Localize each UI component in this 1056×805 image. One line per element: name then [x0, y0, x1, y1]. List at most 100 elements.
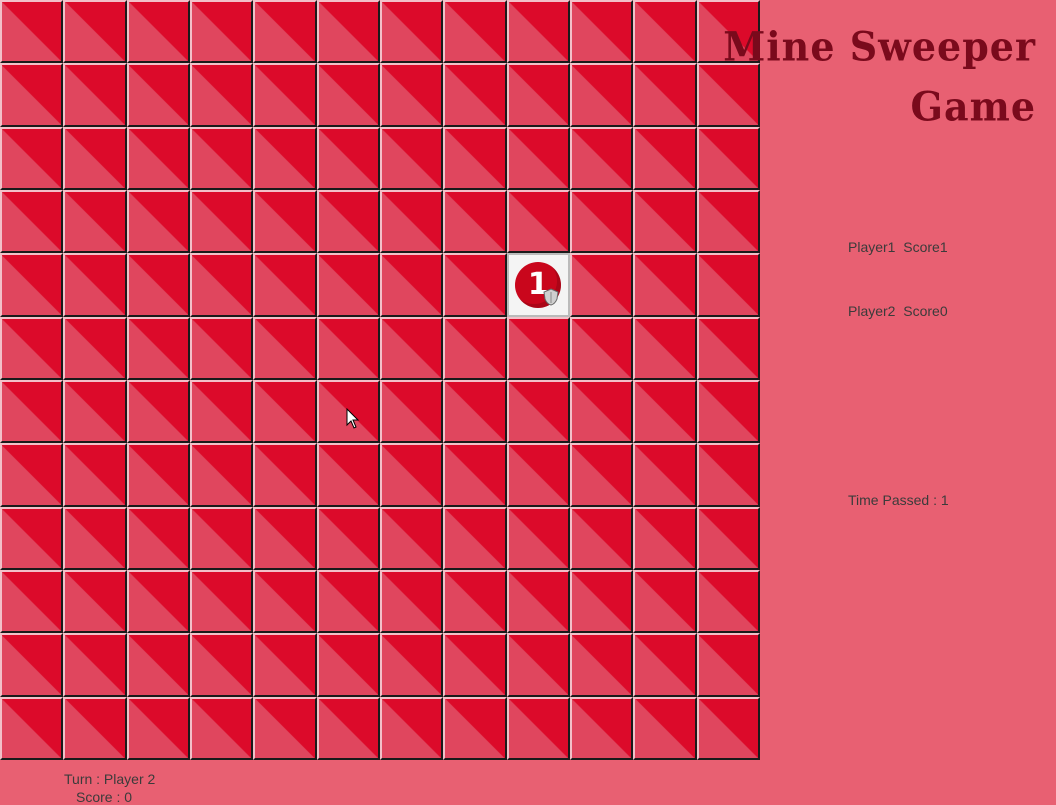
board-cell[interactable]	[126, 253, 190, 317]
board-cell[interactable]	[0, 253, 64, 317]
board-cell[interactable]	[569, 189, 634, 254]
board-cell[interactable]	[379, 189, 444, 254]
board-cell[interactable]	[633, 126, 697, 190]
board-cell[interactable]	[316, 569, 380, 634]
board-cell[interactable]	[126, 569, 190, 634]
board-cell[interactable]	[0, 189, 64, 254]
board-cell[interactable]	[379, 569, 444, 634]
board-cell[interactable]	[253, 633, 317, 697]
board-cell[interactable]	[506, 63, 570, 127]
board-cell[interactable]	[696, 253, 760, 317]
board-cell[interactable]	[189, 379, 254, 444]
board-cell[interactable]	[506, 0, 570, 64]
board-cell[interactable]	[633, 696, 697, 760]
board-cell[interactable]	[569, 316, 634, 380]
board-cell[interactable]	[443, 569, 507, 634]
board-cell[interactable]	[63, 63, 127, 127]
board-cell[interactable]	[569, 0, 634, 64]
board-cell[interactable]	[443, 189, 507, 254]
board-cell[interactable]	[316, 126, 380, 190]
board-cell[interactable]	[126, 506, 190, 570]
board-cell[interactable]	[126, 443, 190, 507]
board-cell[interactable]	[189, 443, 254, 507]
board-cell[interactable]	[63, 506, 127, 570]
board-cell[interactable]	[506, 443, 570, 507]
board-cell[interactable]	[696, 379, 760, 444]
board-cell[interactable]	[316, 189, 380, 254]
board-cell[interactable]	[316, 253, 380, 317]
board-cell[interactable]	[126, 126, 190, 190]
board-cell[interactable]	[633, 189, 697, 254]
board-cell[interactable]	[253, 0, 317, 64]
board-cell[interactable]	[0, 126, 64, 190]
board-cell[interactable]	[696, 126, 760, 190]
board-cell[interactable]	[316, 696, 380, 760]
board-cell[interactable]	[379, 633, 444, 697]
board-cell[interactable]	[696, 63, 760, 127]
board-cell[interactable]	[253, 379, 317, 444]
board-cell[interactable]	[443, 126, 507, 190]
board-cell[interactable]	[379, 379, 444, 444]
board-cell[interactable]	[63, 569, 127, 634]
board-cell[interactable]	[126, 0, 190, 64]
board-cell[interactable]	[506, 189, 570, 254]
board-cell[interactable]	[126, 316, 190, 380]
board-cell[interactable]	[0, 506, 64, 570]
board-cell[interactable]	[253, 189, 317, 254]
board-cell[interactable]	[316, 633, 380, 697]
board-cell[interactable]	[379, 253, 444, 317]
board-cell[interactable]	[253, 63, 317, 127]
board-cell[interactable]	[443, 379, 507, 444]
board-cell[interactable]	[0, 696, 64, 760]
board-cell[interactable]	[379, 316, 444, 380]
board-cell[interactable]	[443, 316, 507, 380]
board-cell[interactable]	[633, 253, 697, 317]
board-cell[interactable]	[633, 379, 697, 444]
board-cell[interactable]	[633, 0, 697, 64]
board-cell[interactable]	[633, 506, 697, 570]
board-cell[interactable]	[253, 506, 317, 570]
board-cell[interactable]	[633, 443, 697, 507]
board-cell[interactable]	[316, 63, 380, 127]
board-cell[interactable]	[63, 316, 127, 380]
board-cell[interactable]	[189, 126, 254, 190]
board-cell[interactable]	[379, 696, 444, 760]
board-cell[interactable]	[189, 633, 254, 697]
board-cell[interactable]	[696, 633, 760, 697]
board-cell[interactable]	[696, 696, 760, 760]
board-cell[interactable]	[569, 569, 634, 634]
board-cell[interactable]	[506, 379, 570, 444]
board-cell[interactable]	[443, 696, 507, 760]
board-cell[interactable]	[0, 379, 64, 444]
board-cell[interactable]	[569, 506, 634, 570]
board-cell[interactable]	[63, 443, 127, 507]
board-cell[interactable]	[63, 189, 127, 254]
board-cell[interactable]	[63, 253, 127, 317]
board-cell[interactable]	[379, 126, 444, 190]
board-cell[interactable]	[443, 253, 507, 317]
board-cell[interactable]	[506, 633, 570, 697]
board-cell[interactable]	[0, 316, 64, 380]
board-cell[interactable]	[696, 506, 760, 570]
board-cell[interactable]	[189, 696, 254, 760]
board-cell[interactable]	[189, 316, 254, 380]
board-cell[interactable]	[63, 379, 127, 444]
board-cell[interactable]	[696, 443, 760, 507]
board-cell[interactable]	[443, 63, 507, 127]
board-cell[interactable]	[443, 506, 507, 570]
board-cell[interactable]	[569, 696, 634, 760]
board-cell[interactable]	[253, 253, 317, 317]
board-cell[interactable]	[443, 443, 507, 507]
board-cell[interactable]	[63, 633, 127, 697]
board-cell[interactable]	[189, 189, 254, 254]
board-cell[interactable]	[189, 253, 254, 317]
board-cell[interactable]	[253, 316, 317, 380]
board-cell[interactable]	[316, 0, 380, 64]
board-cell[interactable]	[189, 63, 254, 127]
board-cell[interactable]	[696, 316, 760, 380]
board-cell[interactable]	[506, 506, 570, 570]
board-cell[interactable]	[0, 569, 64, 634]
board-cell[interactable]	[569, 443, 634, 507]
board-cell[interactable]	[379, 506, 444, 570]
board-cell[interactable]	[696, 569, 760, 634]
